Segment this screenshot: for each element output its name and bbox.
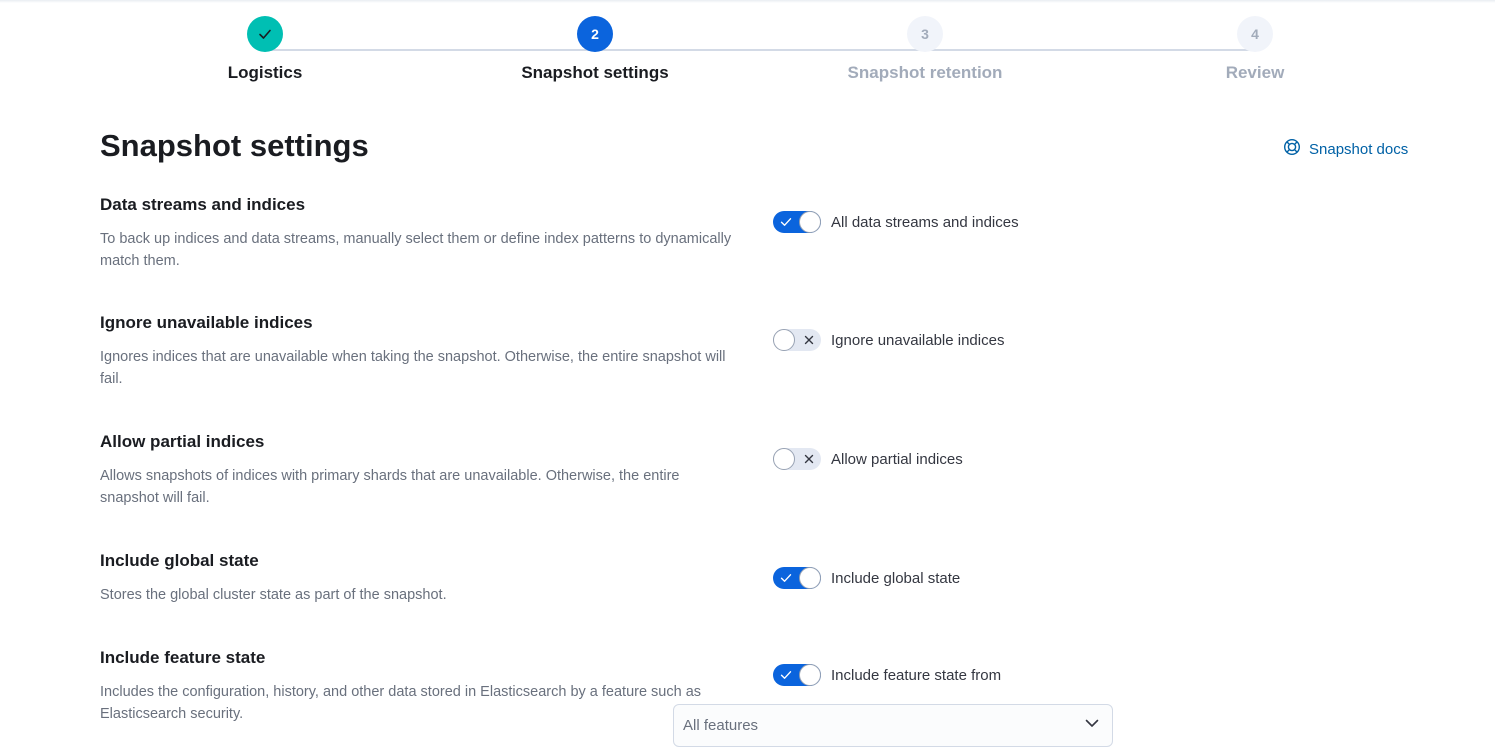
section-title: Include global state: [100, 551, 259, 570]
step-logistics[interactable]: Logistics: [100, 16, 430, 83]
section-data-streams: Data streams and indices To back up indi…: [100, 195, 1220, 272]
toggle-label: Allow partial indices: [831, 450, 963, 468]
step-title: Snapshot settings: [521, 63, 669, 82]
step-snapshot-retention: 3 Snapshot retention: [760, 16, 1090, 83]
top-shadow: [0, 0, 1495, 3]
ignore-unavailable-toggle[interactable]: Ignore unavailable indices: [773, 329, 1004, 351]
section-description: Stores the global cluster state as part …: [100, 587, 447, 603]
step-review: 4 Review: [1090, 16, 1420, 83]
toggle-label: Ignore unavailable indices: [831, 331, 1005, 349]
section-title: Allow partial indices: [100, 432, 265, 451]
step-number: 3: [907, 16, 943, 52]
chevron-down-icon: [1084, 715, 1100, 736]
section-description: Includes the configuration, history, and…: [100, 684, 702, 722]
toggle-label: Include global state: [831, 569, 961, 587]
section-description: To back up indices and data streams, man…: [100, 231, 732, 269]
cross-icon: [797, 329, 821, 351]
section-description: Allows snapshots of indices with primary…: [100, 468, 680, 506]
snapshot-docs-label: Snapshot docs: [1309, 140, 1409, 158]
section-title: Ignore unavailable indices: [100, 313, 313, 332]
section-ignore-unavailable: Ignore unavailable indices Ignores indic…: [100, 313, 1220, 390]
switch-track[interactable]: [773, 211, 821, 233]
step-title: Review: [1225, 63, 1285, 82]
check-icon: [774, 211, 798, 233]
step-snapshot-settings[interactable]: 2 Snapshot settings: [430, 16, 760, 83]
section-description: Ignores indices that are unavailable whe…: [100, 349, 726, 387]
steps-progress: Logistics 2 Snapshot settings 3 Snapshot…: [0, 16, 1495, 96]
section-global-state: Include global state Stores the global c…: [100, 551, 1220, 606]
toggle-label: All data streams and indices: [831, 213, 1019, 231]
help-lifebuoy-icon: [1283, 138, 1309, 160]
cross-icon: [797, 448, 821, 470]
step-complete-check-icon: [247, 16, 283, 52]
step-title: Logistics: [227, 63, 303, 82]
check-icon: [774, 664, 798, 686]
switch-knob: [773, 329, 795, 351]
check-icon: [774, 567, 798, 589]
feature-state-select[interactable]: All features: [673, 704, 1113, 747]
switch-track[interactable]: [773, 448, 821, 470]
switch-knob: [799, 211, 821, 233]
switch-knob: [773, 448, 795, 470]
switch-track[interactable]: [773, 664, 821, 686]
page-title: Snapshot settings: [100, 128, 369, 163]
switch-track[interactable]: [773, 329, 821, 351]
switch-knob: [799, 664, 821, 686]
section-allow-partial: Allow partial indices Allows snapshots o…: [100, 432, 1220, 509]
include-global-state-toggle[interactable]: Include global state: [773, 567, 960, 589]
switch-track[interactable]: [773, 567, 821, 589]
snapshot-docs-link[interactable]: Snapshot docs: [1283, 138, 1408, 160]
step-title: Snapshot retention: [847, 63, 1003, 82]
step-number: 4: [1237, 16, 1273, 52]
switch-knob: [799, 567, 821, 589]
include-feature-state-toggle[interactable]: Include feature state from: [773, 664, 1001, 686]
select-value: All features: [683, 717, 759, 734]
step-number: 2: [577, 16, 613, 52]
section-title: Data streams and indices: [100, 195, 306, 214]
all-data-streams-toggle[interactable]: All data streams and indices: [773, 211, 1019, 233]
allow-partial-toggle[interactable]: Allow partial indices: [773, 448, 963, 470]
section-title: Include feature state: [100, 648, 266, 667]
toggle-label: Include feature state from: [831, 666, 1002, 684]
